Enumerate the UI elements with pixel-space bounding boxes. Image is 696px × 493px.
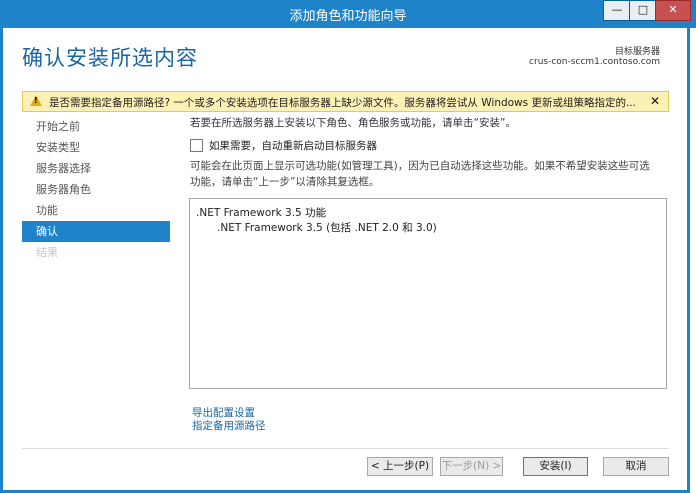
feature-item: .NET Framework 3.5 功能: [196, 207, 327, 219]
minimize-button[interactable]: —: [603, 0, 631, 21]
alternate-source-path-link[interactable]: 指定备用源路径: [192, 418, 266, 433]
window-title: 添加角色和功能向导: [289, 9, 407, 24]
destination-server-label: 目标服务器: [614, 47, 660, 57]
page-title: 确认安装所选内容: [22, 46, 198, 70]
footer-divider: [22, 448, 669, 449]
warning-banner[interactable]: ! 是否需要指定备用源路径? 一个或多个安装选项在目标服务器上缺少源文件。服务器…: [22, 91, 669, 112]
previous-button[interactable]: < 上一步(P): [367, 457, 433, 476]
maximize-button[interactable]: □: [629, 0, 657, 21]
install-button[interactable]: 安装(I): [523, 457, 588, 476]
wizard-nav: 开始之前 安装类型 服务器选择 服务器角色 功能 确认 结果: [22, 116, 170, 263]
next-button[interactable]: 下一步(N) >: [440, 457, 503, 476]
intro-text: 若要在所选服务器上安装以下角色、角色服务或功能，请单击“安装”。: [190, 117, 516, 129]
nav-item-server-selection[interactable]: 服务器选择: [22, 158, 170, 179]
restart-checkbox-label[interactable]: 如果需要，自动重新启动目标服务器: [209, 138, 377, 153]
nav-item-before-you-begin[interactable]: 开始之前: [22, 116, 170, 137]
nav-item-installation-type[interactable]: 安装类型: [22, 137, 170, 158]
feature-subitem: .NET Framework 3.5 (包括 .NET 2.0 和 3.0): [217, 222, 437, 234]
warning-icon: !: [30, 95, 42, 106]
close-window-button[interactable]: ✕: [655, 0, 691, 21]
warning-text[interactable]: 是否需要指定备用源路径? 一个或多个安装选项在目标服务器上缺少源文件。服务器将尝…: [49, 95, 636, 110]
optional-features-note: 可能会在此页面上显示可选功能(如管理工具)，因为已自动选择这些功能。如果不希望安…: [190, 160, 650, 188]
restart-checkbox[interactable]: [190, 139, 203, 152]
destination-server-name: crus-con-sccm1.contoso.com: [529, 57, 660, 67]
nav-item-features[interactable]: 功能: [22, 200, 170, 221]
nav-item-results: 结果: [36, 246, 58, 259]
nav-item-server-roles[interactable]: 服务器角色: [22, 179, 170, 200]
title-bar: 添加角色和功能向导 — □ ✕: [0, 0, 696, 28]
cancel-button[interactable]: 取消: [603, 457, 669, 476]
nav-item-confirmation[interactable]: 确认: [22, 221, 170, 242]
selected-features-list[interactable]: .NET Framework 3.5 功能 .NET Framework 3.5…: [189, 198, 667, 389]
close-warning-button[interactable]: ✕: [650, 94, 660, 108]
